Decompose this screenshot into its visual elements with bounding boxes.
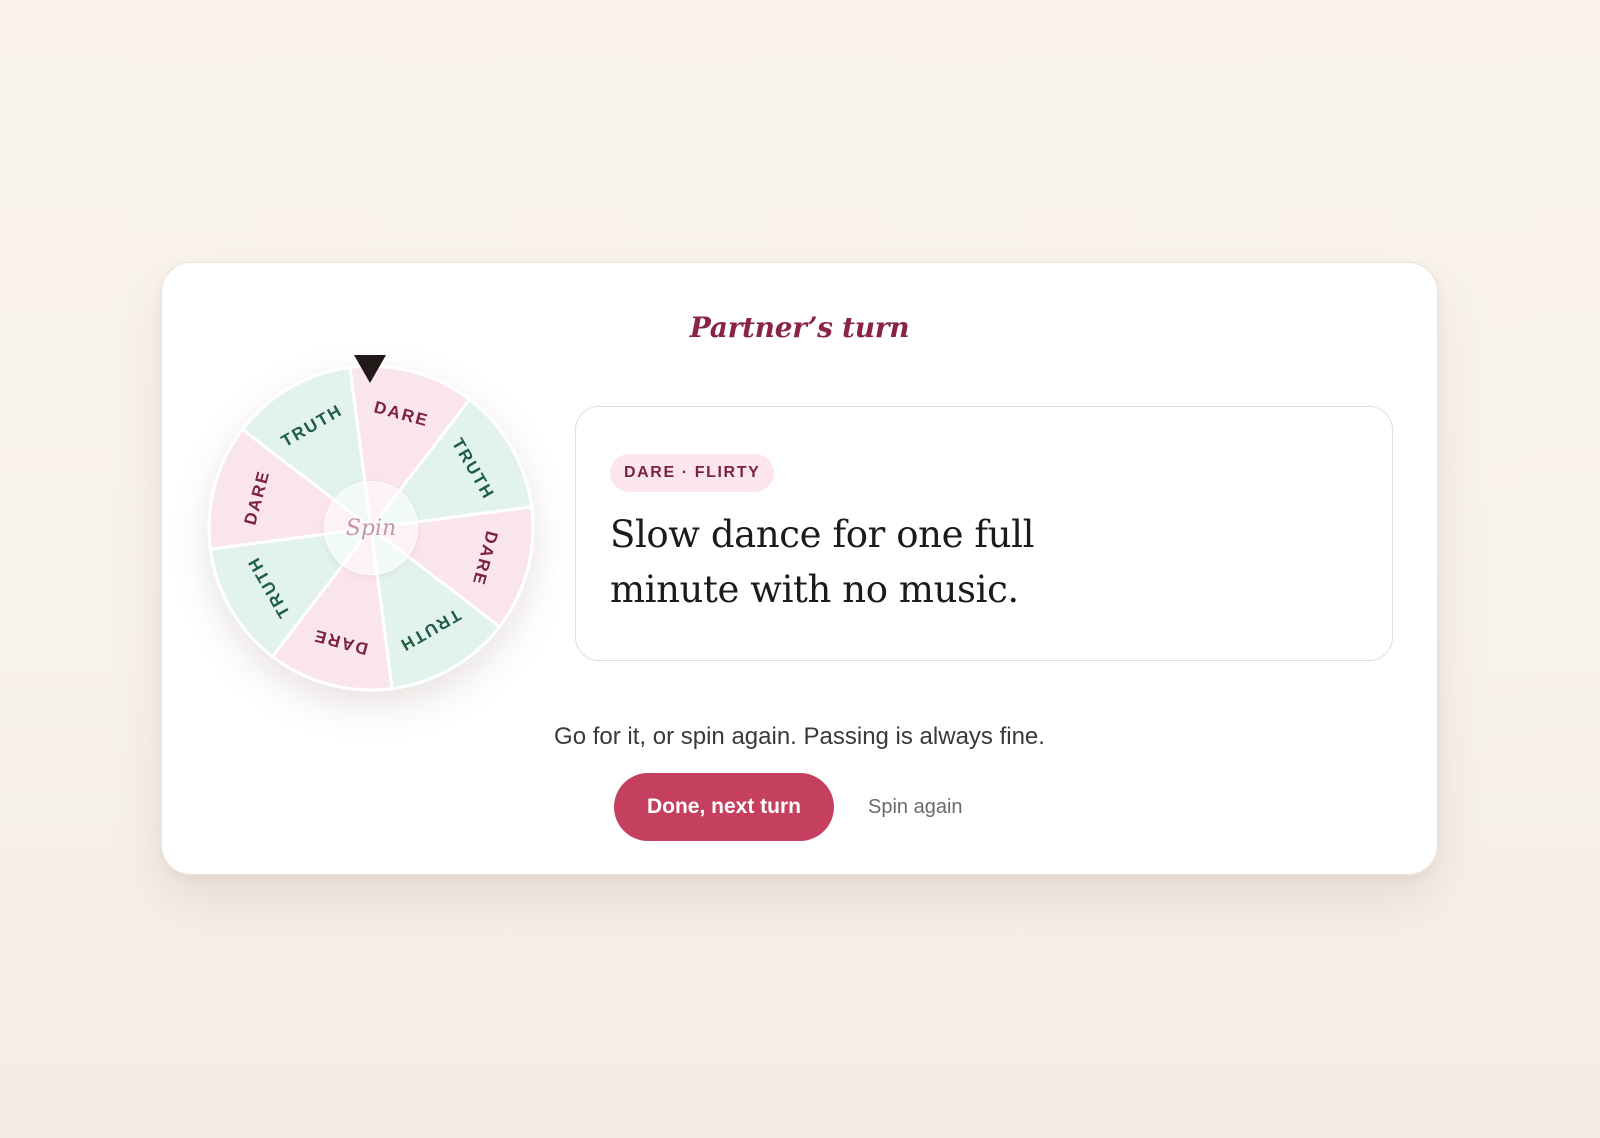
- spin-wheel[interactable]: DARE TRUTH DARE TRUTH DARE TRUTH DARE TRUTH Spi…: [206, 355, 536, 695]
- prompt-text: Slow dance for one full minute with no m…: [610, 513, 1035, 611]
- category-badge: DARE · FLIRTY: [610, 454, 775, 492]
- triangle-down-icon: [354, 355, 386, 383]
- prompt-card: DARE · FLIRTY Slow dance for one full mi…: [575, 406, 1393, 661]
- done-next-turn-button[interactable]: Done, next turn: [614, 773, 834, 841]
- turn-title: Partner’s turn: [689, 311, 910, 344]
- hint-text: Go for it, or spin again. Passing is alw…: [554, 723, 1045, 750]
- spin-again-button[interactable]: Spin again: [854, 773, 977, 841]
- spin-hub-button[interactable]: Spin: [324, 481, 418, 575]
- game-card: Partner’s turn DARE TRUTH DARE TRUTH DARE TRU…: [161, 262, 1438, 875]
